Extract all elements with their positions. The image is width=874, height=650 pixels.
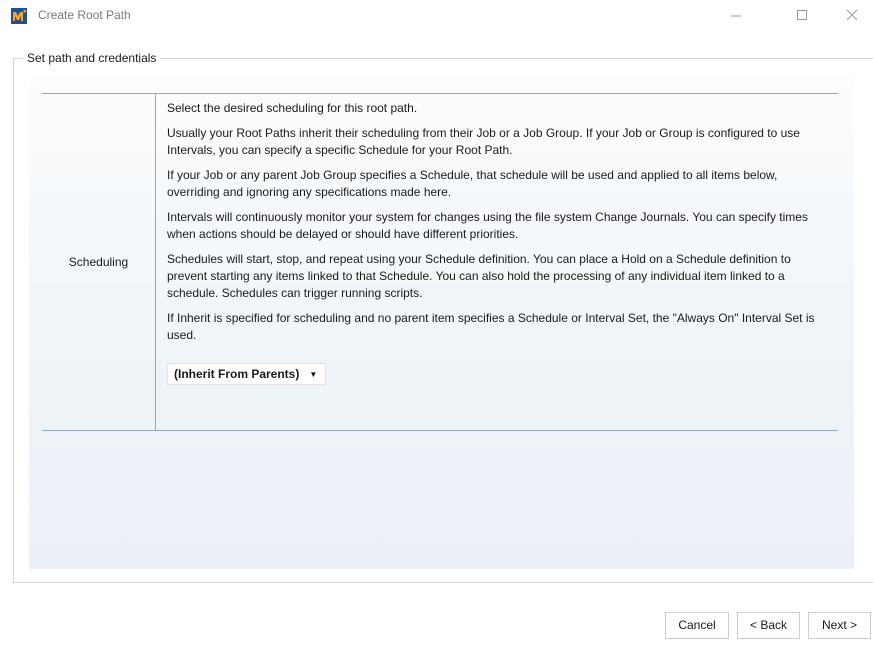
back-button[interactable]: < Back [737, 612, 800, 639]
scheduling-description: Select the desired scheduling for this r… [167, 100, 827, 385]
scheduling-paragraph: If your Job or any parent Job Group spec… [167, 168, 778, 199]
app-logo-icon [11, 8, 27, 24]
title-bar[interactable]: Create Root Path [0, 0, 874, 30]
minimize-button[interactable] [713, 0, 759, 30]
maximize-icon [797, 10, 807, 20]
scheduling-paragraph: Intervals will continuously monitor your… [167, 210, 808, 241]
section-divider [155, 93, 156, 431]
dropdown-arrow-icon: ▼ [309, 369, 318, 379]
next-button[interactable]: Next > [808, 612, 871, 639]
close-icon [846, 9, 858, 21]
scheduling-paragraph: Usually your Root Paths inherit their sc… [167, 126, 800, 157]
scheduling-dropdown-value: (Inherit From Parents) [174, 367, 300, 381]
create-root-path-window: Create Root Path Set path and credential… [0, 0, 874, 650]
window-title: Create Root Path [38, 8, 131, 22]
close-button[interactable] [829, 0, 874, 30]
scheduling-label: Scheduling [68, 255, 129, 269]
cancel-button[interactable]: Cancel [665, 612, 729, 639]
scheduling-dropdown[interactable]: (Inherit From Parents) ▼ [167, 363, 327, 385]
groupbox-legend: Set path and credentials [23, 51, 161, 65]
minimize-icon [731, 15, 741, 17]
scheduling-paragraph: Select the desired scheduling for this r… [167, 101, 418, 115]
scheduling-paragraph: If Inherit is specified for scheduling a… [167, 311, 815, 342]
maximize-button[interactable] [779, 0, 825, 30]
scheduling-paragraph: Schedules will start, stop, and repeat u… [167, 252, 791, 300]
